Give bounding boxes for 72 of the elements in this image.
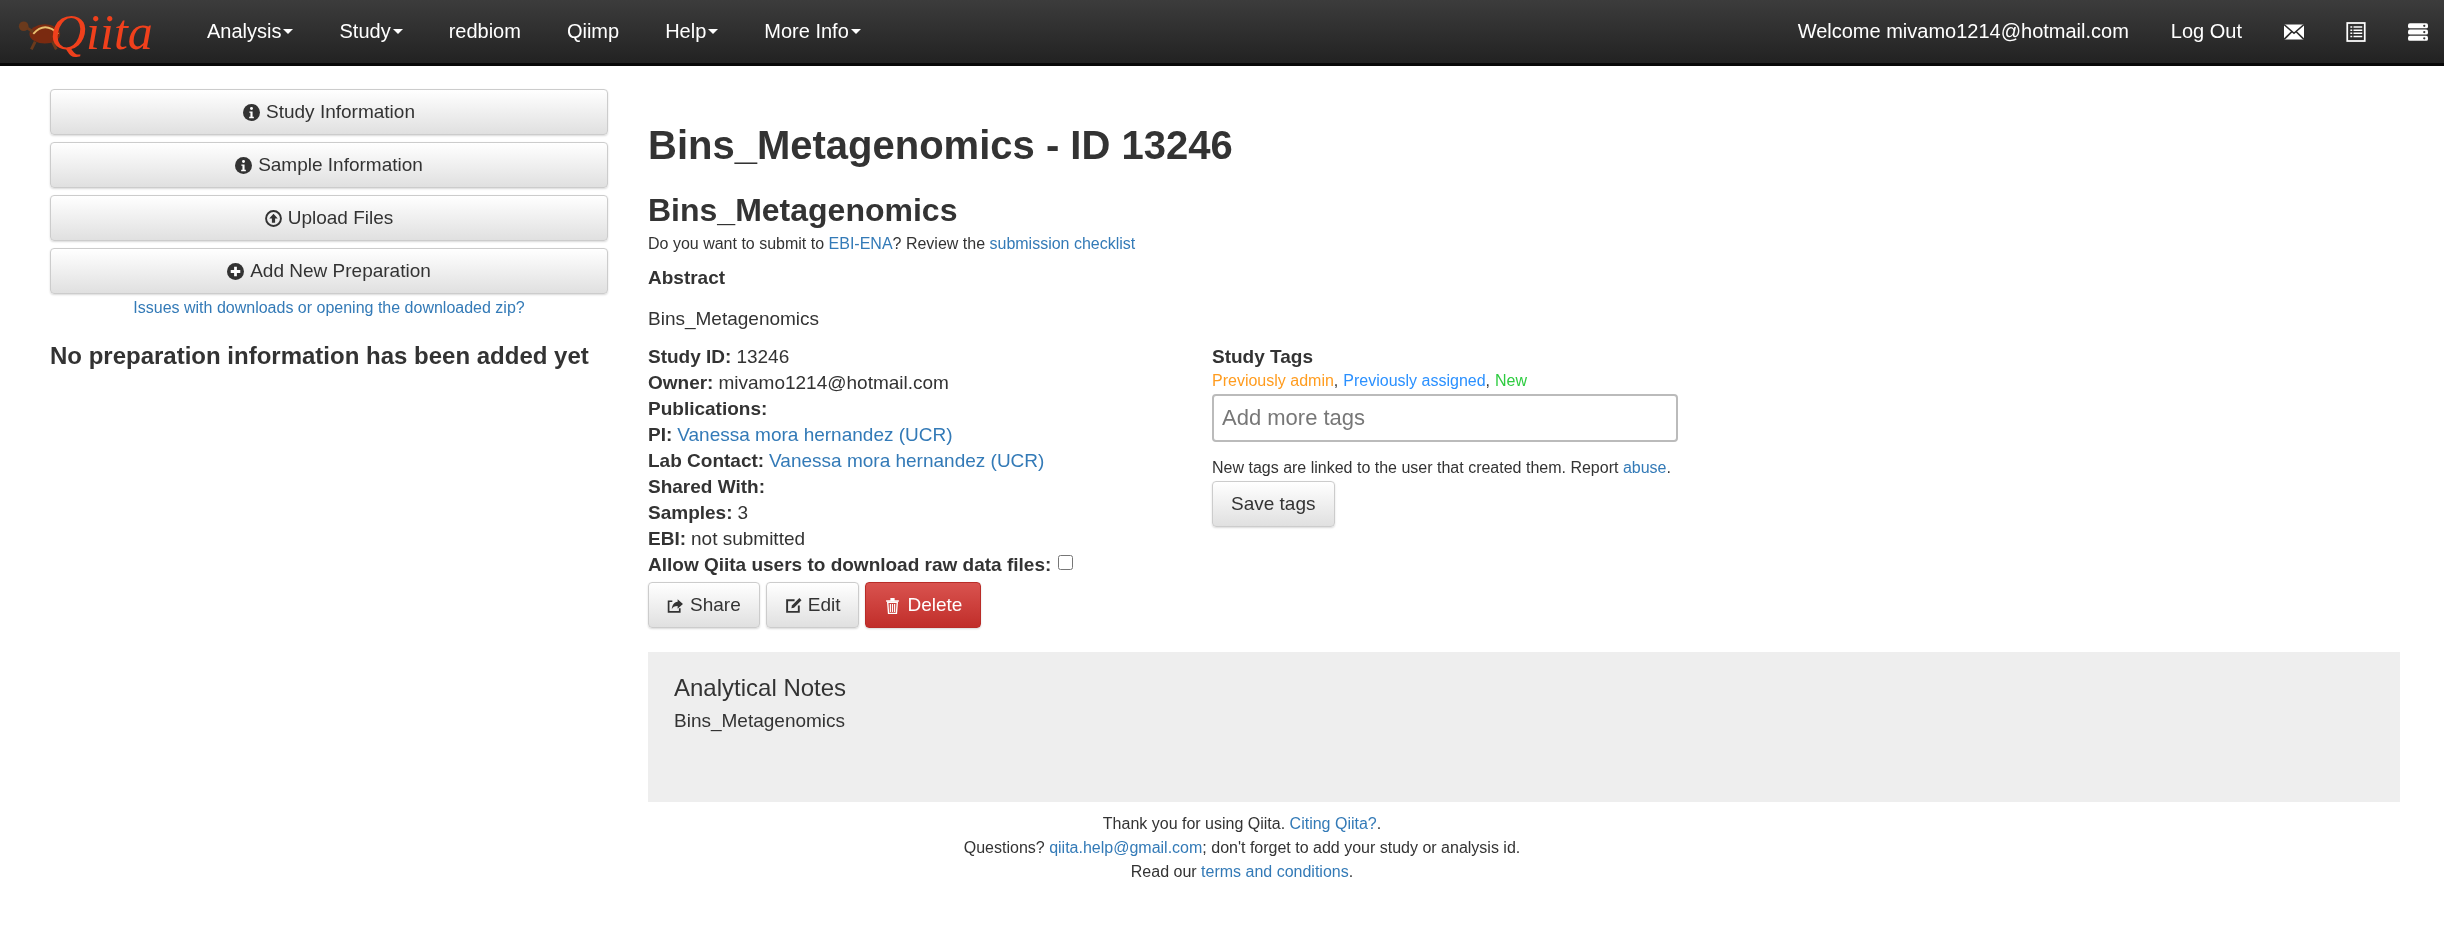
upload-icon (264, 209, 282, 227)
footer-line: Questions? qiita.help@gmail.com; don't forget to add your study or analysis id. (962, 838, 1522, 858)
info-icon (235, 156, 253, 174)
field-value: 3 (737, 501, 749, 525)
plus-circle-icon (227, 262, 245, 280)
caret-icon (850, 29, 861, 34)
checkbox-label: Allow Qiita users to download raw data files: (648, 553, 1052, 577)
field-label: Study ID: (648, 345, 732, 369)
save-tags-button[interactable]: Save tags (1212, 481, 1335, 527)
link[interactable]: abuse (1622, 459, 1667, 476)
study-title: Bins_Metagenomics (648, 192, 959, 229)
server-icon[interactable] (2408, 21, 2428, 42)
submit-note: Do you want to submit to EBI-ENA? Review the submission checklist (648, 235, 1137, 253)
empty-message: No preparation information has been added yet (50, 342, 590, 370)
tags-note: New tags are linked to the user that created them. Report abuse. (1212, 459, 1672, 477)
caret-icon (392, 29, 403, 34)
link[interactable]: terms and conditions (1201, 863, 1349, 880)
delete-button[interactable]: Delete (865, 582, 982, 628)
edit-icon (784, 596, 802, 614)
sidebar-button[interactable]: Upload Files (50, 195, 608, 241)
logo[interactable]: Qiita (50, 6, 153, 57)
nav-menu-item[interactable]: redbiom (425, 20, 544, 43)
edit-button[interactable]: Edit (765, 582, 860, 628)
list-icon[interactable] (2346, 21, 2366, 42)
field-label: Owner: (648, 371, 714, 395)
footer-line: Thank you for using Qiita. Citing Qiita?. (1101, 814, 1383, 834)
sidebar-button[interactable]: Add New Preparation (50, 248, 608, 294)
link[interactable]: EBI-ENA (828, 235, 893, 252)
page-title: Bins_Metagenomics - ID 13246 (648, 123, 1234, 168)
nav-menu-item[interactable]: More Info (741, 20, 884, 43)
link[interactable]: submission checklist (989, 235, 1136, 252)
welcome-link[interactable]: Welcome mivamo1214@hotmail.com (1776, 20, 2150, 43)
person-link[interactable]: Vanessa mora hernandez (UCR) (769, 448, 1045, 474)
trash-icon (884, 596, 902, 614)
field-label: Lab Contact: (648, 449, 765, 473)
help-link[interactable]: Issues with downloads or opening the downloaded zip? (133, 299, 525, 317)
tag-legend-item: New (1495, 372, 1528, 389)
abstract-heading: Abstract (648, 267, 727, 289)
separator: , (1333, 372, 1339, 389)
envelope-icon[interactable] (2284, 21, 2304, 42)
notes-heading: Analytical Notes (674, 674, 848, 702)
field-label: Samples: (648, 501, 733, 525)
nav-menu-item[interactable]: Study (316, 20, 426, 43)
nav-menu-item[interactable]: Help (642, 20, 742, 43)
caret-icon (708, 29, 719, 34)
person-link[interactable]: Vanessa mora hernandez (UCR) (677, 422, 953, 448)
share-button[interactable]: Share (648, 582, 760, 628)
logout-link[interactable]: Log Out (2149, 20, 2263, 43)
field-value: mivamo1214@hotmail.com (718, 371, 949, 395)
tag-legend-item: Previously admin (1212, 372, 1334, 389)
link[interactable]: qiita.help@gmail.com (1049, 839, 1203, 856)
sidebar-button[interactable]: Sample Information (50, 142, 608, 188)
field-label: Publications: (648, 397, 768, 421)
abstract-text: Bins_Metagenomics (648, 308, 821, 330)
footer-line: Read our terms and conditions. (1129, 862, 1355, 882)
sidebar-button[interactable]: Study Information (50, 89, 608, 135)
nav-menu-item[interactable]: Analysis (184, 20, 317, 43)
tags-heading: Study Tags (1212, 346, 1314, 368)
field-label: EBI: (648, 527, 686, 551)
field-label: Shared With: (648, 475, 765, 499)
separator: , (1485, 372, 1491, 389)
field-value: 13246 (736, 345, 790, 369)
notes-text: Bins_Metagenomics (674, 710, 847, 732)
caret-icon (283, 29, 294, 34)
allow-download-checkbox[interactable] (1058, 554, 1074, 570)
field-label: PI: (648, 423, 673, 447)
field-value: not submitted (691, 527, 806, 551)
info-icon (243, 103, 261, 121)
tag-legend-item: Previously assigned (1343, 372, 1486, 389)
nav-menu-item[interactable]: Qiimp (543, 20, 643, 43)
link[interactable]: Citing Qiita? (1289, 815, 1377, 832)
tags-input-field[interactable]: Add more tags (1212, 394, 1678, 442)
